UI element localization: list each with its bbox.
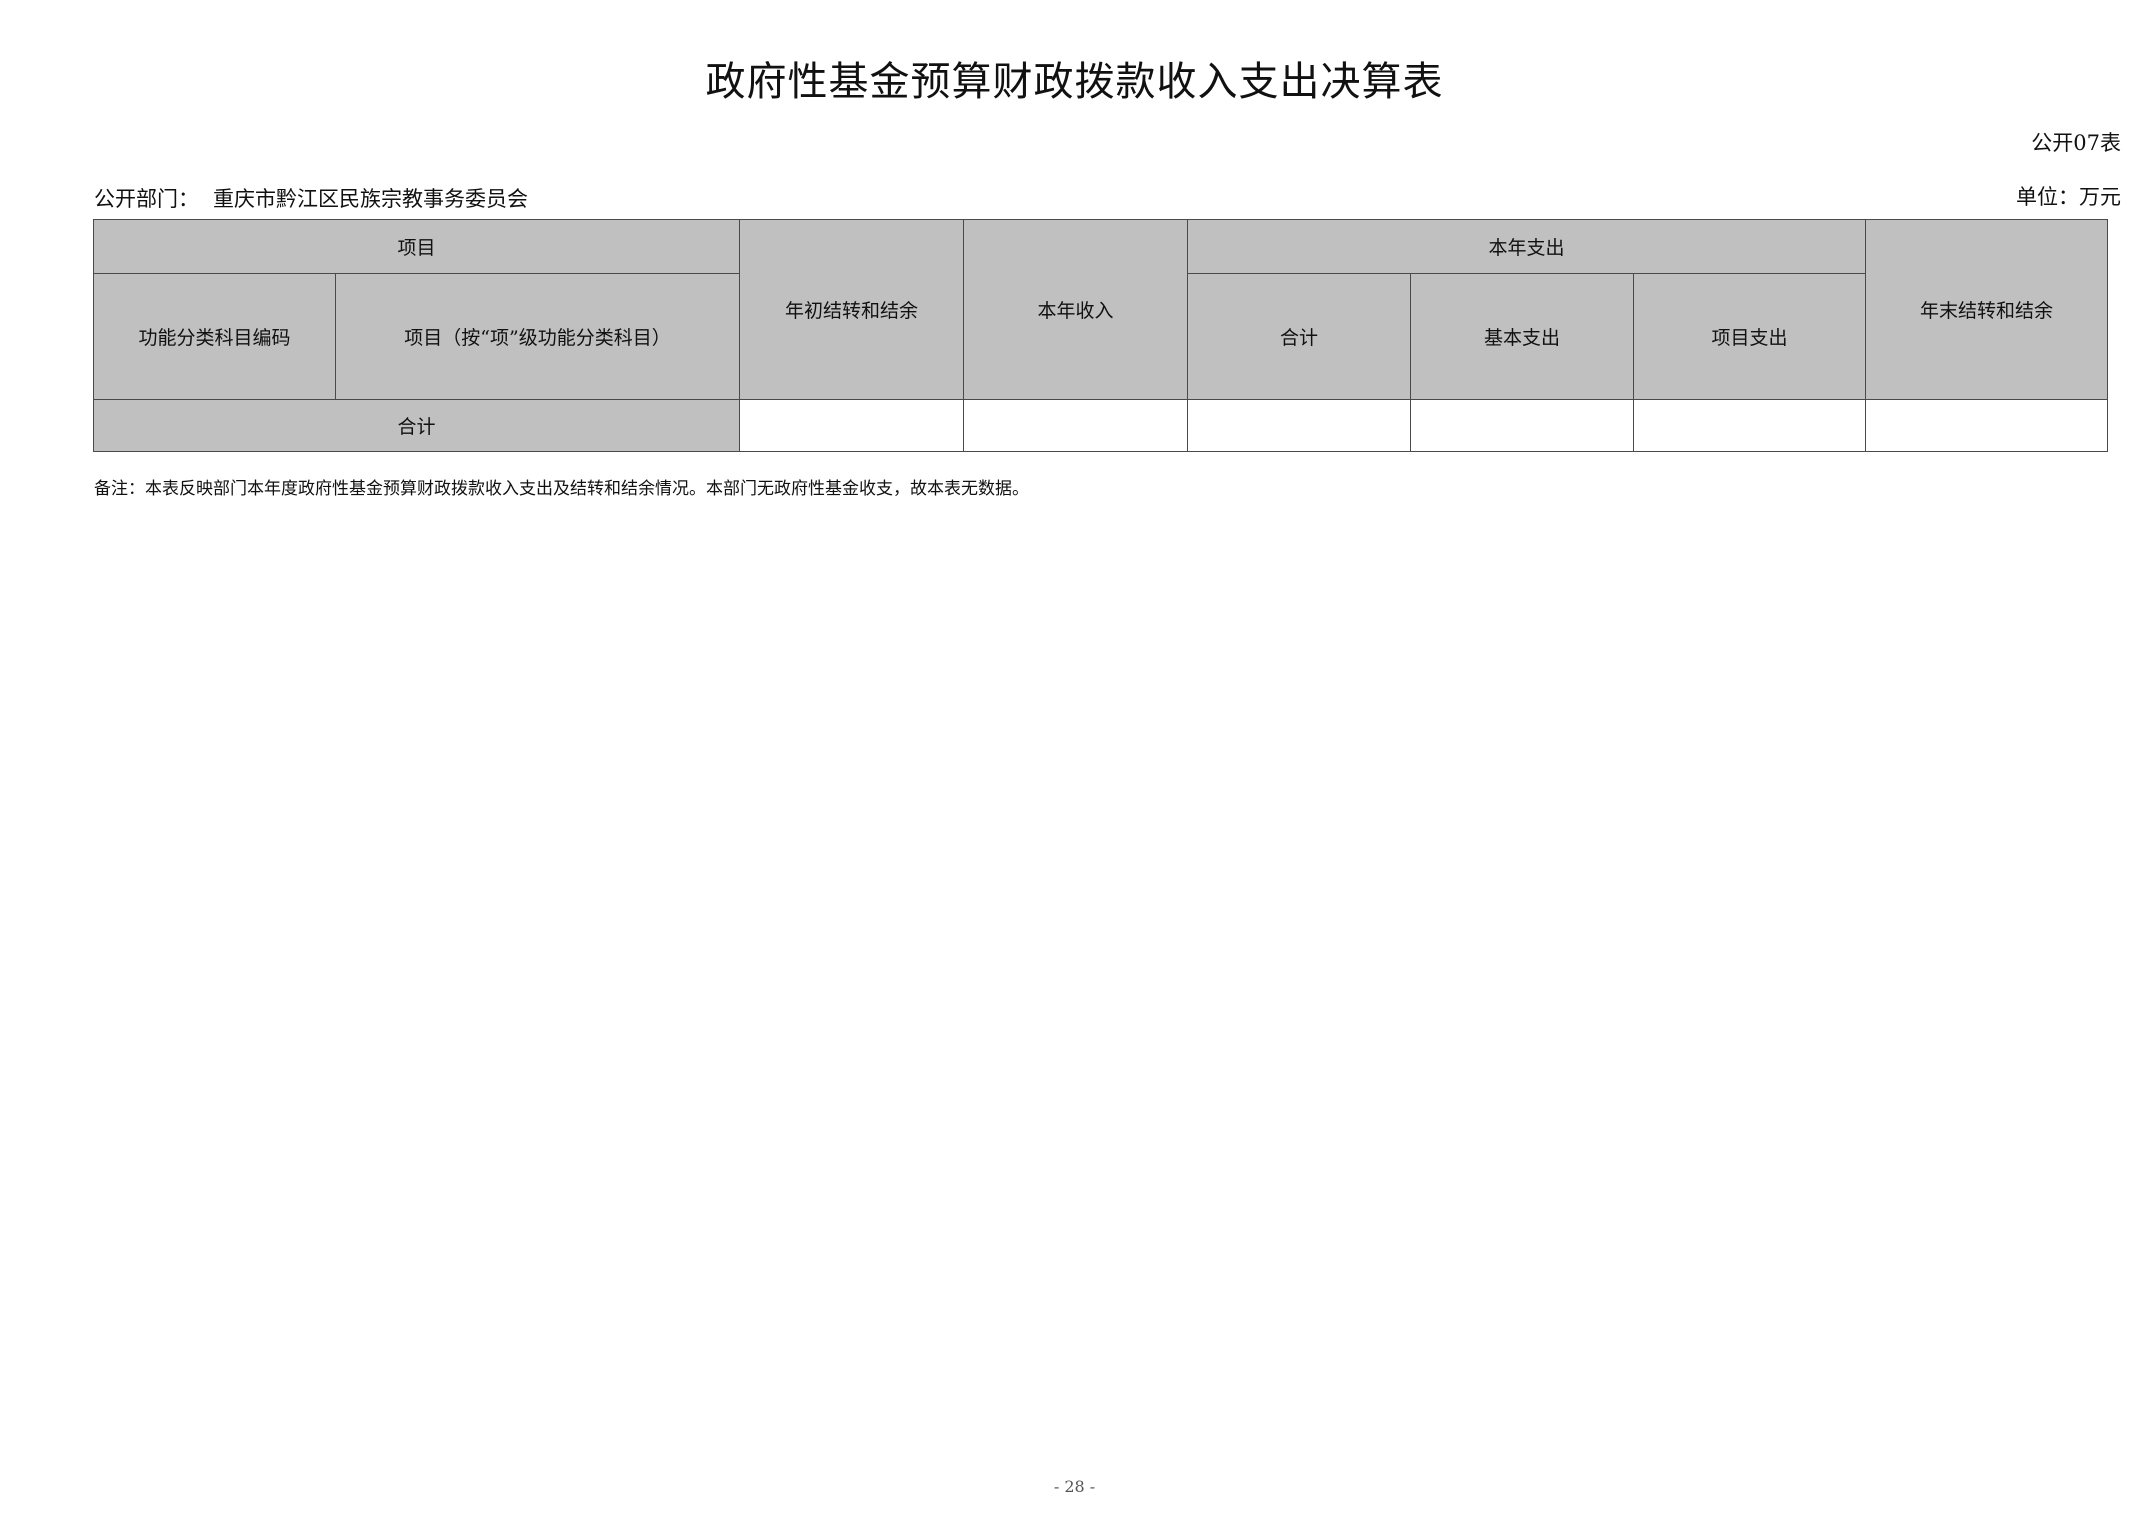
budget-table: 项目 年初结转和结余 本年收入 本年支出 年末结转和结余 功能分类科目编码 项目… bbox=[92, 219, 2109, 452]
header-row-1: 项目 年初结转和结余 本年收入 本年支出 年末结转和结余 bbox=[92, 219, 2109, 400]
department-line: 公开部门： 重庆市黔江区民族宗教事务委员会 bbox=[94, 184, 528, 214]
total-project-expense bbox=[1633, 399, 1867, 452]
total-row-label: 合计 bbox=[92, 399, 741, 452]
table-row-total: 合计 bbox=[92, 399, 2109, 452]
total-ending-balance bbox=[1865, 399, 2109, 452]
header-item-name: 项目（按“项”级功能分类科目） bbox=[334, 273, 741, 400]
department-name: 重庆市黔江区民族宗教事务委员会 bbox=[213, 187, 528, 211]
unit-label: 单位：万元 bbox=[2016, 185, 2121, 209]
page-number: - 28 - bbox=[1053, 1477, 1096, 1496]
header-basic-expense: 基本支出 bbox=[1410, 273, 1635, 400]
total-basic-expense bbox=[1410, 399, 1635, 452]
header-function-code: 功能分类科目编码 bbox=[93, 273, 336, 400]
form-code: 公开07表 bbox=[2031, 131, 2121, 155]
footnote: 备注：本表反映部门本年度政府性基金预算财政拨款收入支出及结转和结余情况。本部门无… bbox=[94, 479, 1029, 499]
header-annual-income: 本年收入 bbox=[963, 219, 1189, 400]
header-expense-total: 合计 bbox=[1187, 273, 1412, 400]
total-annual-income bbox=[963, 399, 1189, 452]
total-expense-total bbox=[1187, 399, 1412, 452]
page-title: 政府性基金预算财政拨款收入支出决算表 bbox=[705, 59, 1444, 105]
total-beginning-balance bbox=[739, 399, 965, 452]
header-beginning-balance: 年初结转和结余 bbox=[739, 219, 965, 400]
header-project-expense: 项目支出 bbox=[1633, 273, 1867, 400]
header-annual-expense: 本年支出 bbox=[1187, 219, 1867, 274]
header-ending-balance: 年末结转和结余 bbox=[1865, 219, 2109, 400]
header-item-group: 项目 bbox=[92, 219, 741, 274]
department-label: 公开部门： bbox=[94, 187, 199, 211]
